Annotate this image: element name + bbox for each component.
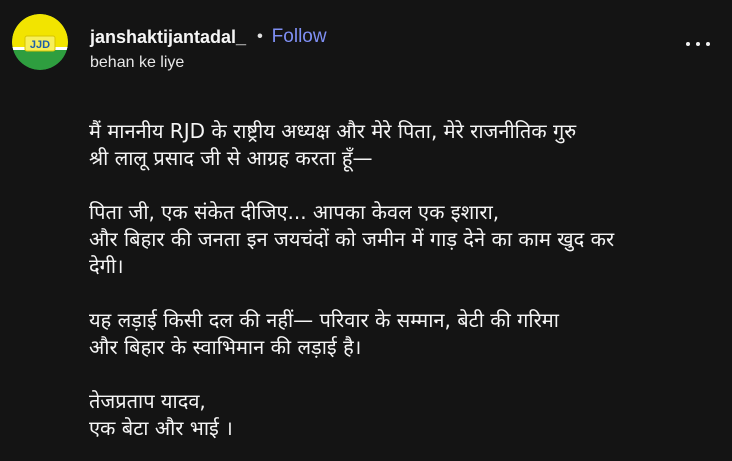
more-dot [686,42,690,46]
jjd-logo-icon: JJD [12,14,68,70]
caption-line: एक बेटा और भाई । [89,416,233,440]
caption-paragraph: मैं माननीय RJD के राष्ट्रीय अध्यक्ष और म… [89,118,719,172]
post-meta: janshaktijantadal_ • Follow behan ke liy… [90,25,327,72]
caption-paragraph: पिता जी, एक संकेत दीजिए... आपका केवल एक … [89,199,719,280]
avatar-text: JJD [30,39,50,51]
instagram-post: JJD janshaktijantadal_ • Follow behan ke… [0,0,732,461]
caption-line: यह लड़ाई किसी दल की नहीं— परिवार के सम्म… [89,308,559,332]
more-dot [696,42,700,46]
username-link[interactable]: janshaktijantadal_ [90,27,246,48]
caption-line: और बिहार के स्वाभिमान की लड़ाई है। [89,335,362,359]
caption-line: देगी। [89,254,124,278]
caption-paragraph: तेजप्रताप यादव, एक बेटा और भाई । [89,388,719,442]
caption-line: तेजप्रताप यादव, [89,389,206,413]
name-row: janshaktijantadal_ • Follow [90,25,327,49]
separator-dot: • [257,28,263,45]
more-horizontal-icon[interactable] [686,40,710,48]
post-subtitle: behan ke liye [90,54,185,71]
avatar[interactable]: JJD [12,14,68,70]
follow-button[interactable]: Follow [272,26,327,48]
caption-line: श्री लालू प्रसाद जी से आग्रह करता हूँ— [89,146,373,170]
caption-line: पिता जी, एक संकेत दीजिए... आपका केवल एक … [89,200,500,224]
more-dot [706,42,710,46]
post-header: JJD janshaktijantadal_ • Follow behan ke… [12,14,327,72]
post-caption: मैं माननीय RJD के राष्ट्रीय अध्यक्ष और म… [89,118,719,442]
caption-line: मैं माननीय RJD के राष्ट्रीय अध्यक्ष और म… [89,119,577,143]
caption-line: और बिहार की जनता इन जयचंदों को जमीन में … [89,227,615,251]
caption-paragraph: यह लड़ाई किसी दल की नहीं— परिवार के सम्म… [89,307,719,361]
